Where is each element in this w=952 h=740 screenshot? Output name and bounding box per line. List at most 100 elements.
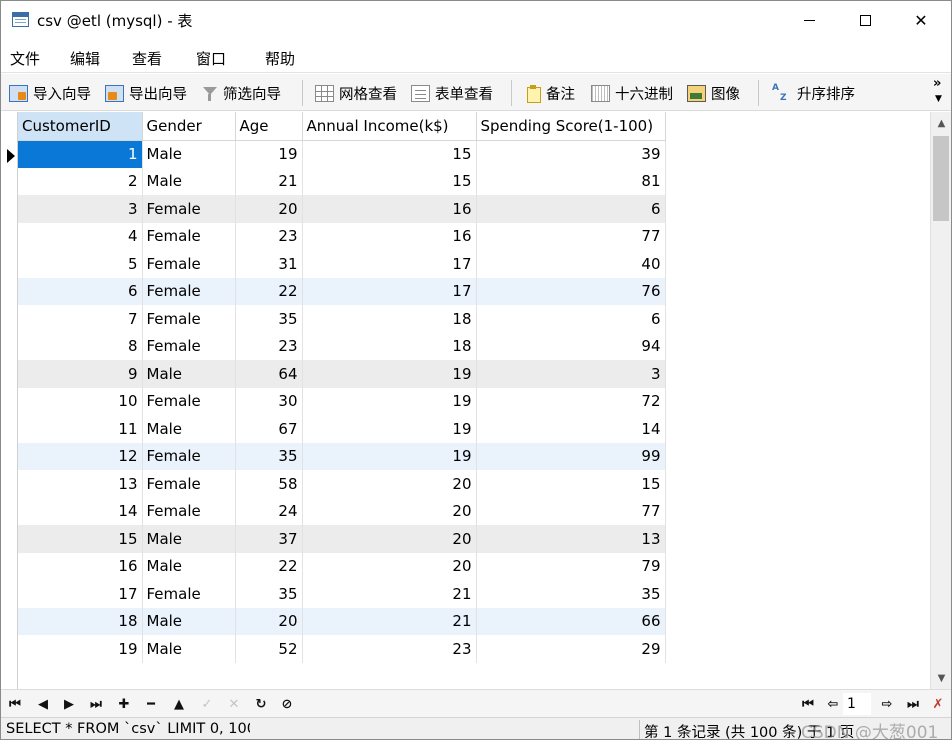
table-row[interactable]: 13 Female 58 20 15 — [18, 470, 666, 498]
scroll-down-icon[interactable]: ▼ — [931, 667, 951, 689]
cell-age[interactable]: 58 — [235, 470, 303, 498]
cell-spending-score[interactable]: 6 — [476, 305, 666, 333]
import-wizard-button[interactable]: 导入向导 — [9, 82, 91, 104]
cell-customerid[interactable]: 18 — [18, 607, 143, 635]
cell-age[interactable]: 20 — [235, 195, 303, 223]
previous-page-icon[interactable]: ⇦ — [823, 694, 843, 714]
table-row[interactable]: 14 Female 24 20 77 — [18, 497, 666, 525]
cell-gender[interactable]: Female — [142, 195, 236, 223]
table-row[interactable]: 1 Male 19 15 39 — [18, 140, 666, 168]
cell-age[interactable]: 35 — [235, 305, 303, 333]
scroll-thumb[interactable] — [933, 136, 949, 221]
refresh-icon[interactable]: ↻ — [251, 694, 271, 714]
cell-spending-score[interactable]: 14 — [476, 415, 666, 443]
cell-gender[interactable]: Male — [142, 607, 236, 635]
column-header-gender[interactable]: Gender — [142, 112, 236, 141]
cell-annual-income[interactable]: 23 — [302, 635, 477, 663]
cell-gender[interactable]: Female — [142, 305, 236, 333]
cell-customerid[interactable]: 10 — [18, 387, 143, 415]
table-row[interactable]: 10 Female 30 19 72 — [18, 387, 666, 415]
cell-annual-income[interactable]: 17 — [302, 250, 477, 278]
cell-age[interactable]: 22 — [235, 277, 303, 305]
table-row[interactable]: 18 Male 20 21 66 — [18, 607, 666, 635]
page-number-input[interactable]: 1 — [843, 693, 871, 715]
cell-customerid[interactable]: 5 — [18, 250, 143, 278]
grid-view-button[interactable]: 网格查看 — [315, 82, 397, 104]
cell-age[interactable]: 21 — [235, 167, 303, 195]
maximize-button[interactable] — [837, 1, 893, 39]
cell-spending-score[interactable]: 79 — [476, 552, 666, 580]
cell-spending-score[interactable]: 3 — [476, 360, 666, 388]
cell-customerid[interactable]: 19 — [18, 635, 143, 663]
cell-customerid[interactable]: 17 — [18, 580, 143, 608]
toolbar-dropdown-icon[interactable]: ▼ — [935, 94, 942, 104]
cell-spending-score[interactable]: 66 — [476, 607, 666, 635]
cell-annual-income[interactable]: 19 — [302, 415, 477, 443]
table-row[interactable]: 3 Female 20 16 6 — [18, 195, 666, 223]
form-view-button[interactable]: 表单查看 — [411, 82, 493, 104]
cell-age[interactable]: 64 — [235, 360, 303, 388]
cell-annual-income[interactable]: 16 — [302, 222, 477, 250]
add-record-icon[interactable]: ✚ — [114, 694, 134, 714]
column-header-spending-score[interactable]: Spending Score(1-100) — [476, 112, 666, 141]
cell-annual-income[interactable]: 20 — [302, 552, 477, 580]
close-button[interactable]: ✕ — [893, 1, 949, 39]
cell-age[interactable]: 37 — [235, 525, 303, 553]
last-record-icon[interactable]: ⏭ — [86, 694, 106, 714]
cell-spending-score[interactable]: 13 — [476, 525, 666, 553]
cell-spending-score[interactable]: 6 — [476, 195, 666, 223]
cell-annual-income[interactable]: 21 — [302, 607, 477, 635]
column-header-annual-income[interactable]: Annual Income(k$) — [302, 112, 477, 141]
cell-spending-score[interactable]: 77 — [476, 497, 666, 525]
cell-annual-income[interactable]: 20 — [302, 497, 477, 525]
cell-spending-score[interactable]: 29 — [476, 635, 666, 663]
cell-customerid[interactable]: 13 — [18, 470, 143, 498]
cell-gender[interactable]: Female — [142, 442, 236, 470]
cell-customerid[interactable]: 7 — [18, 305, 143, 333]
cell-gender[interactable]: Female — [142, 332, 236, 360]
cell-customerid[interactable]: 16 — [18, 552, 143, 580]
cell-age[interactable]: 24 — [235, 497, 303, 525]
cell-gender[interactable]: Female — [142, 222, 236, 250]
cell-gender[interactable]: Female — [142, 250, 236, 278]
cell-age[interactable]: 22 — [235, 552, 303, 580]
cell-customerid[interactable]: 14 — [18, 497, 143, 525]
cell-gender[interactable]: Female — [142, 277, 236, 305]
cell-annual-income[interactable]: 15 — [302, 140, 477, 168]
table-row[interactable]: 12 Female 35 19 99 — [18, 442, 666, 470]
table-row[interactable]: 7 Female 35 18 6 — [18, 305, 666, 333]
cell-annual-income[interactable]: 19 — [302, 360, 477, 388]
cell-age[interactable]: 20 — [235, 607, 303, 635]
note-button[interactable]: 备注 — [525, 82, 575, 104]
sort-ascending-button[interactable]: AZ 升序排序 — [770, 82, 855, 104]
cell-customerid[interactable]: 9 — [18, 360, 143, 388]
table-row[interactable]: 5 Female 31 17 40 — [18, 250, 666, 278]
cell-spending-score[interactable]: 77 — [476, 222, 666, 250]
cell-age[interactable]: 23 — [235, 332, 303, 360]
column-header-customerid[interactable]: CustomerID — [18, 112, 143, 141]
cell-age[interactable]: 52 — [235, 635, 303, 663]
cell-age[interactable]: 31 — [235, 250, 303, 278]
cell-customerid[interactable]: 11 — [18, 415, 143, 443]
cell-annual-income[interactable]: 18 — [302, 305, 477, 333]
cell-age[interactable]: 67 — [235, 415, 303, 443]
row-selector-gutter[interactable] — [1, 112, 18, 689]
stop-icon[interactable]: ⊘ — [277, 694, 297, 714]
table-row[interactable]: 16 Male 22 20 79 — [18, 552, 666, 580]
cell-customerid[interactable]: 6 — [18, 277, 143, 305]
cell-gender[interactable]: Female — [142, 497, 236, 525]
minimize-button[interactable] — [781, 1, 837, 39]
discard-changes-icon[interactable]: ✕ — [224, 694, 244, 714]
next-page-icon[interactable]: ⇨ — [877, 694, 897, 714]
menu-file[interactable]: 文件 — [10, 48, 40, 69]
data-grid[interactable]: CustomerID Gender Age Annual Income(k$) … — [1, 112, 930, 689]
table-row[interactable]: 15 Male 37 20 13 — [18, 525, 666, 553]
confirm-icon[interactable]: ✓ — [197, 694, 217, 714]
vertical-scrollbar[interactable]: ▲ ▼ — [930, 112, 951, 689]
cell-customerid[interactable]: 1 — [18, 140, 143, 168]
cell-gender[interactable]: Female — [142, 387, 236, 415]
cell-spending-score[interactable]: 40 — [476, 250, 666, 278]
cell-spending-score[interactable]: 15 — [476, 470, 666, 498]
cell-gender[interactable]: Male — [142, 140, 236, 168]
cell-spending-score[interactable]: 94 — [476, 332, 666, 360]
